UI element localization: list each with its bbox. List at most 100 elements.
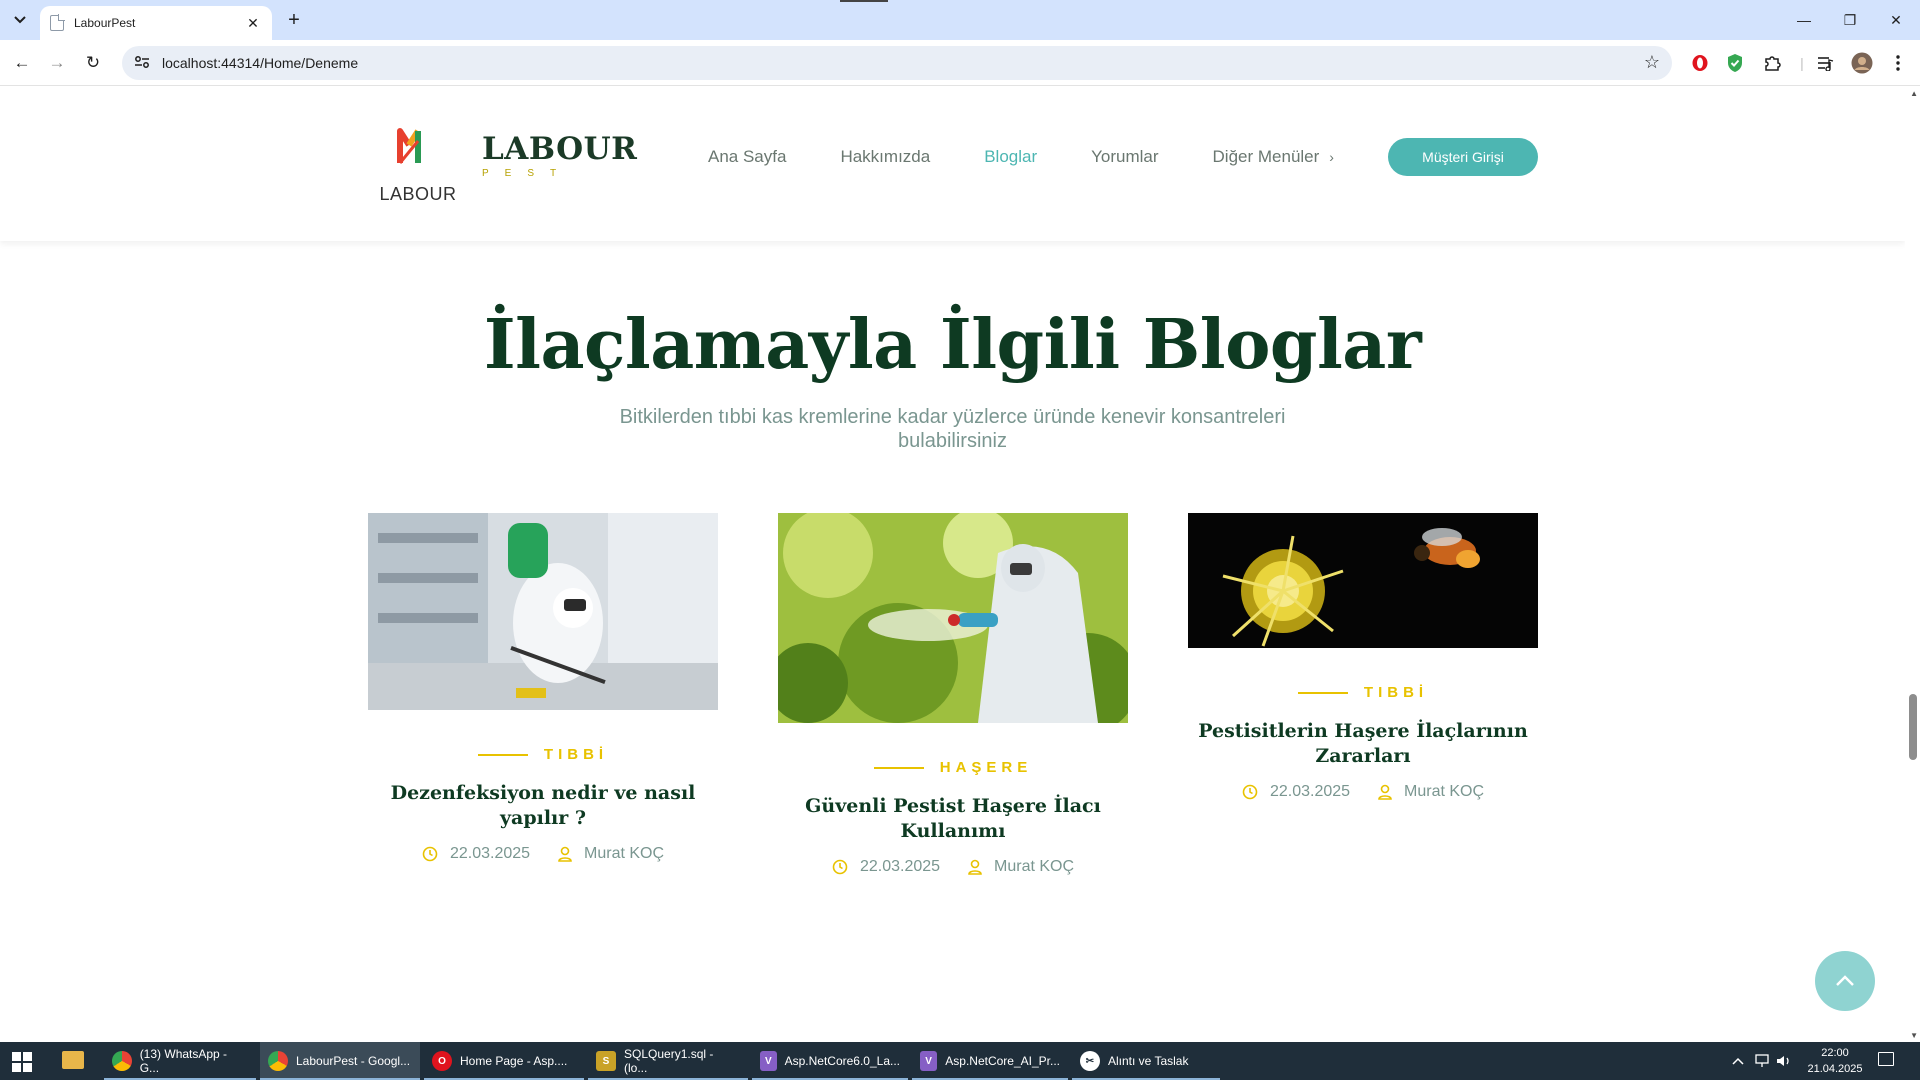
nav-other-menus[interactable]: Diğer Menüler › bbox=[1213, 147, 1334, 167]
nav-about[interactable]: Hakkımızda bbox=[840, 147, 930, 167]
brand-name[interactable]: LABOUR bbox=[482, 131, 637, 167]
blog-image-bee[interactable] bbox=[1188, 513, 1538, 648]
page-scrollbar[interactable]: ▲ ▼ bbox=[1905, 87, 1920, 1042]
brand-caption: LABOUR bbox=[379, 184, 457, 204]
tab-title: LabourPest bbox=[74, 16, 136, 30]
windows-taskbar: (13) WhatsApp - G... LabourPest - Googl.… bbox=[0, 1042, 1920, 1080]
taskbar-item-label: LabourPest - Googl... bbox=[296, 1054, 411, 1068]
maximize-button[interactable]: ❐ bbox=[1838, 8, 1862, 32]
media-control-icon[interactable] bbox=[1815, 52, 1837, 74]
shield-icon[interactable] bbox=[1724, 52, 1746, 74]
file-explorer-icon[interactable] bbox=[62, 1051, 84, 1069]
toolbar-divider: | bbox=[1800, 55, 1804, 71]
new-tab-button[interactable]: + bbox=[282, 8, 306, 32]
back-to-top-button[interactable] bbox=[1815, 951, 1875, 1011]
section-title: İlaçlamayla İlgili Bloglar bbox=[483, 305, 1422, 385]
category-line bbox=[477, 753, 528, 756]
site-header: LABOUR LABOUR PEST Ana Sayfa Hakkımızda … bbox=[0, 87, 1905, 241]
snipping-tool-icon: ✂ bbox=[1080, 1051, 1100, 1071]
blog-author[interactable]: Murat KOÇ bbox=[1404, 783, 1484, 801]
scroll-up-arrow[interactable]: ▲ bbox=[1910, 89, 1918, 98]
nav-reviews[interactable]: Yorumlar bbox=[1091, 147, 1158, 167]
taskbar-item-label: Asp.NetCore_AI_Pr... bbox=[945, 1054, 1060, 1068]
taskbar-item-snipping[interactable]: ✂ Alıntı ve Taslak bbox=[1072, 1042, 1220, 1080]
system-clock[interactable]: 22:00 21.04.2025 bbox=[1800, 1045, 1870, 1077]
date-meta: 22.03.2025 bbox=[832, 858, 940, 876]
taskbar-item-label: Alıntı ve Taslak bbox=[1108, 1054, 1189, 1068]
category-label[interactable]: HAŞERE bbox=[940, 759, 1033, 776]
blog-date: 22.03.2025 bbox=[859, 858, 941, 875]
chevron-right-icon: › bbox=[1329, 149, 1334, 165]
puzzle-icon[interactable] bbox=[1761, 52, 1783, 74]
category-row: HAŞERE bbox=[778, 759, 1128, 776]
browser-tab[interactable]: LabourPest ✕ bbox=[40, 6, 272, 40]
reload-button[interactable]: ↻ bbox=[80, 50, 106, 76]
customer-login-button[interactable]: Müşteri Girişi bbox=[1388, 138, 1538, 176]
minimize-button[interactable]: — bbox=[1792, 8, 1816, 32]
category-label[interactable]: TIBBİ bbox=[1364, 684, 1428, 701]
opera-icon[interactable] bbox=[1689, 52, 1711, 74]
blog-title[interactable]: Pestisitlerin Haşere İlaçlarının Zararla… bbox=[1188, 719, 1538, 769]
chrome-icon bbox=[112, 1051, 132, 1071]
page-icon bbox=[50, 14, 65, 31]
chevron-down-icon[interactable] bbox=[8, 8, 32, 32]
clock-icon bbox=[832, 859, 848, 875]
blog-card[interactable]: HAŞERE Güvenli Pestist Haşere İlacı Kull… bbox=[778, 513, 1128, 876]
nav-other-menus-label: Diğer Menüler bbox=[1212, 147, 1320, 166]
scroll-thumb[interactable] bbox=[1909, 694, 1917, 760]
taskbar-item-sql[interactable]: S SQLQuery1.sql - (lo... bbox=[588, 1042, 748, 1080]
date-meta: 22.03.2025 bbox=[1242, 783, 1350, 801]
category-line bbox=[1297, 691, 1348, 694]
blog-date: 22.03.2025 bbox=[449, 845, 531, 862]
blog-author[interactable]: Murat KOÇ bbox=[584, 845, 664, 863]
clock-icon bbox=[1242, 784, 1258, 800]
tune-icon[interactable] bbox=[134, 55, 150, 72]
taskbar-item-label: SQLQuery1.sql - (lo... bbox=[624, 1047, 714, 1075]
volume-icon[interactable] bbox=[1776, 1042, 1792, 1080]
browser-toolbar: ← → ↻ localhost:44314/Home/Deneme ☆ | bbox=[0, 40, 1920, 86]
user-icon bbox=[558, 846, 572, 862]
address-bar[interactable]: localhost:44314/Home/Deneme ☆ bbox=[122, 46, 1672, 80]
brand-subtitle: PEST bbox=[482, 168, 573, 179]
opera-icon: O bbox=[432, 1051, 452, 1071]
blog-title[interactable]: Dezenfeksiyon nedir ve nasıl yapılır ? bbox=[368, 781, 718, 831]
notification-icon[interactable] bbox=[1878, 1052, 1894, 1066]
tray-overflow-icon[interactable] bbox=[1732, 1042, 1744, 1080]
blog-image-spraying[interactable] bbox=[778, 513, 1128, 723]
taskbar-item-label: (13) WhatsApp - G... bbox=[139, 1047, 228, 1075]
main-navigation: Ana Sayfa Hakkımızda Bloglar Yorumlar Di… bbox=[708, 147, 1334, 167]
taskbar-item-vs-2[interactable]: V Asp.NetCore_AI_Pr... bbox=[912, 1042, 1068, 1080]
blog-meta: 22.03.2025 Murat KOÇ bbox=[1188, 783, 1538, 801]
windows-start-icon[interactable] bbox=[12, 1052, 32, 1072]
kebab-menu-icon[interactable] bbox=[1887, 52, 1909, 74]
category-row: TIBBİ bbox=[368, 746, 718, 763]
ssms-icon: S bbox=[596, 1051, 616, 1071]
blog-title[interactable]: Güvenli Pestist Haşere İlacı Kullanımı bbox=[778, 794, 1128, 844]
forward-button[interactable]: → bbox=[44, 50, 70, 76]
nav-home[interactable]: Ana Sayfa bbox=[708, 147, 786, 167]
blog-author[interactable]: Murat KOÇ bbox=[994, 858, 1074, 876]
clock-time: 22:00 bbox=[1821, 1047, 1849, 1059]
star-icon[interactable]: ☆ bbox=[1644, 52, 1660, 73]
close-window-button[interactable]: ✕ bbox=[1884, 8, 1908, 32]
nav-blogs[interactable]: Bloglar bbox=[984, 147, 1037, 167]
blog-card[interactable]: TIBBİ Pestisitlerin Haşere İlaçlarının Z… bbox=[1188, 513, 1538, 801]
page-viewport: LABOUR LABOUR PEST Ana Sayfa Hakkımızda … bbox=[0, 87, 1920, 1042]
category-label[interactable]: TIBBİ bbox=[544, 746, 608, 763]
back-button[interactable]: ← bbox=[9, 50, 35, 76]
taskbar-item-vs-1[interactable]: V Asp.NetCore6.0_La... bbox=[752, 1042, 908, 1080]
taskbar-item-label: Asp.NetCore6.0_La... bbox=[784, 1054, 900, 1068]
url-text[interactable]: localhost:44314/Home/Deneme bbox=[162, 55, 358, 71]
scroll-down-arrow[interactable]: ▼ bbox=[1910, 1031, 1918, 1040]
section-subtitle: Bitkilerden tıbbi kas kremlerine kadar y… bbox=[619, 406, 1286, 452]
blog-card[interactable]: TIBBİ Dezenfeksiyon nedir ve nasıl yapıl… bbox=[368, 513, 718, 863]
visual-studio-icon: V bbox=[920, 1051, 938, 1071]
close-icon[interactable]: ✕ bbox=[244, 15, 262, 32]
taskbar-item-opera[interactable]: O Home Page - Asp.... bbox=[424, 1042, 584, 1080]
network-icon[interactable] bbox=[1754, 1042, 1770, 1080]
taskbar-item-labourpest[interactable]: LabourPest - Googl... bbox=[260, 1042, 420, 1080]
taskbar-item-label: Home Page - Asp.... bbox=[460, 1054, 568, 1068]
taskbar-item-whatsapp[interactable]: (13) WhatsApp - G... bbox=[104, 1042, 256, 1080]
avatar-icon[interactable] bbox=[1851, 52, 1873, 74]
blog-image-disinfection[interactable] bbox=[368, 513, 718, 710]
